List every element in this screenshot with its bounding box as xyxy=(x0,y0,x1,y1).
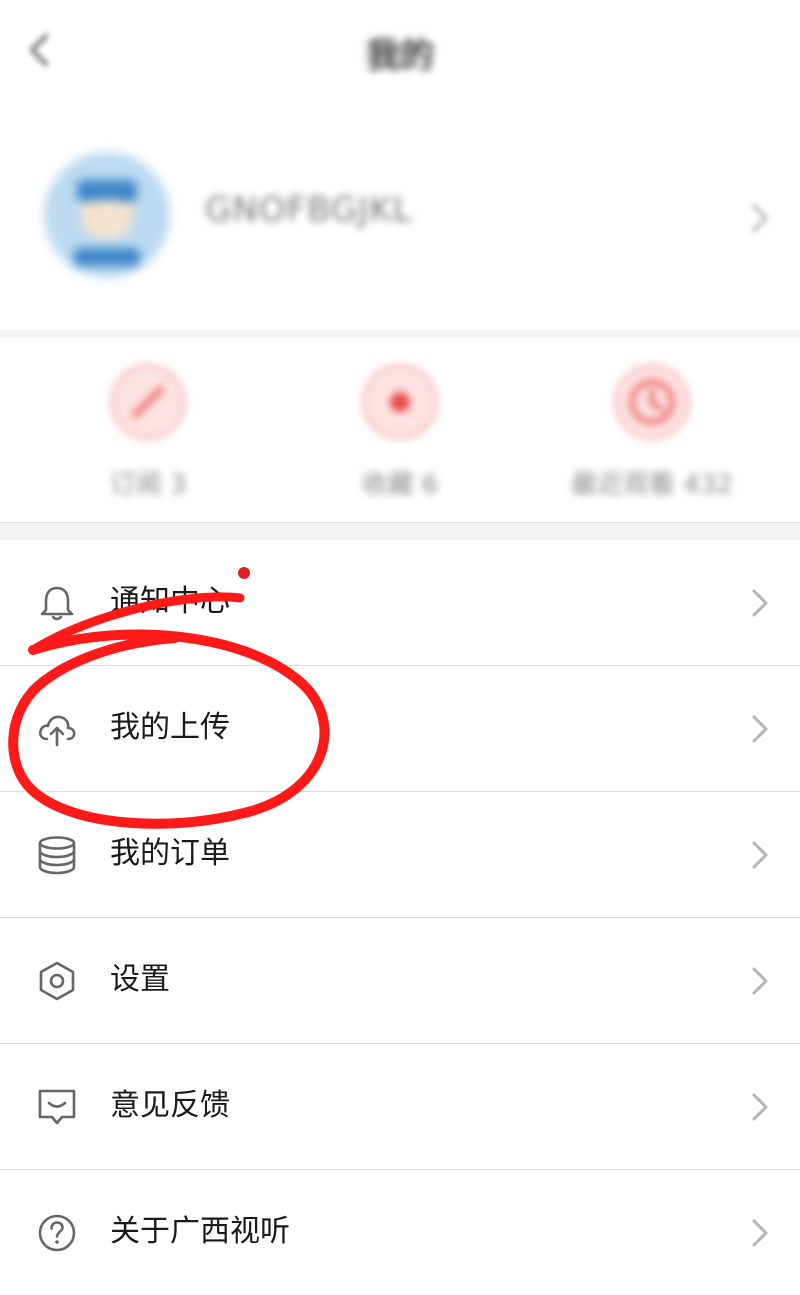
menu-item-label: 关于广西视听 xyxy=(110,1214,290,1249)
menu-item-my-orders[interactable]: 我的订单 xyxy=(0,792,800,918)
avatar-icon xyxy=(44,152,170,278)
notification-badge xyxy=(238,567,250,579)
bell-icon xyxy=(40,586,74,621)
quick-action-favorites[interactable]: 收藏 6 xyxy=(300,364,500,504)
clock-icon xyxy=(614,364,690,440)
quick-action-history[interactable]: 最近观看 432 xyxy=(552,364,752,504)
quick-actions: 订阅 3 收藏 6 最近观看 432 xyxy=(0,330,800,528)
chevron-right-icon xyxy=(752,841,768,869)
menu-item-label: 通知中心 xyxy=(110,584,230,619)
chevron-right-icon xyxy=(752,589,768,617)
hexagon-settings-icon xyxy=(39,961,75,1001)
profile-chevron-icon xyxy=(748,200,772,236)
chevron-right-icon xyxy=(752,1219,768,1247)
menu-item-label: 意见反馈 xyxy=(110,1088,230,1123)
quick-action-label: 最近观看 432 xyxy=(571,470,733,500)
chevron-right-icon xyxy=(752,1093,768,1121)
top-bar: 我的 xyxy=(0,0,800,110)
menu-item-settings[interactable]: 设置 xyxy=(0,918,800,1044)
menu-item-notifications[interactable]: 通知中心 xyxy=(0,540,800,666)
section-divider xyxy=(0,522,800,541)
coins-icon xyxy=(38,836,76,875)
heart-icon xyxy=(362,364,438,440)
feedback-icon xyxy=(38,1089,76,1125)
menu-item-label: 我的订单 xyxy=(110,836,230,871)
menu-item-feedback[interactable]: 意见反馈 xyxy=(0,1044,800,1170)
avatar[interactable] xyxy=(44,152,170,278)
pencil-icon xyxy=(110,364,186,440)
cloud-upload-icon xyxy=(38,715,76,747)
menu-item-label: 设置 xyxy=(110,962,170,997)
username: GNOFBGJKL xyxy=(205,190,413,230)
question-icon xyxy=(38,1214,76,1252)
menu-item-label: 我的上传 xyxy=(110,710,230,745)
menu-item-my-uploads[interactable]: 我的上传 xyxy=(0,666,800,792)
page-title: 我的 xyxy=(366,36,434,76)
profile-card[interactable]: GNOFBGJKL xyxy=(0,140,800,310)
chevron-right-icon xyxy=(752,967,768,995)
chevron-right-icon xyxy=(752,715,768,743)
settings-menu: 通知中心 我的上传 我的订单 设置 意见反馈 关于广西视听 xyxy=(0,540,800,1295)
quick-action-label: 收藏 6 xyxy=(361,470,439,500)
quick-action-label: 订阅 3 xyxy=(109,470,187,500)
quick-action-subscriptions[interactable]: 订阅 3 xyxy=(48,364,248,504)
menu-item-about[interactable]: 关于广西视听 xyxy=(0,1170,800,1295)
